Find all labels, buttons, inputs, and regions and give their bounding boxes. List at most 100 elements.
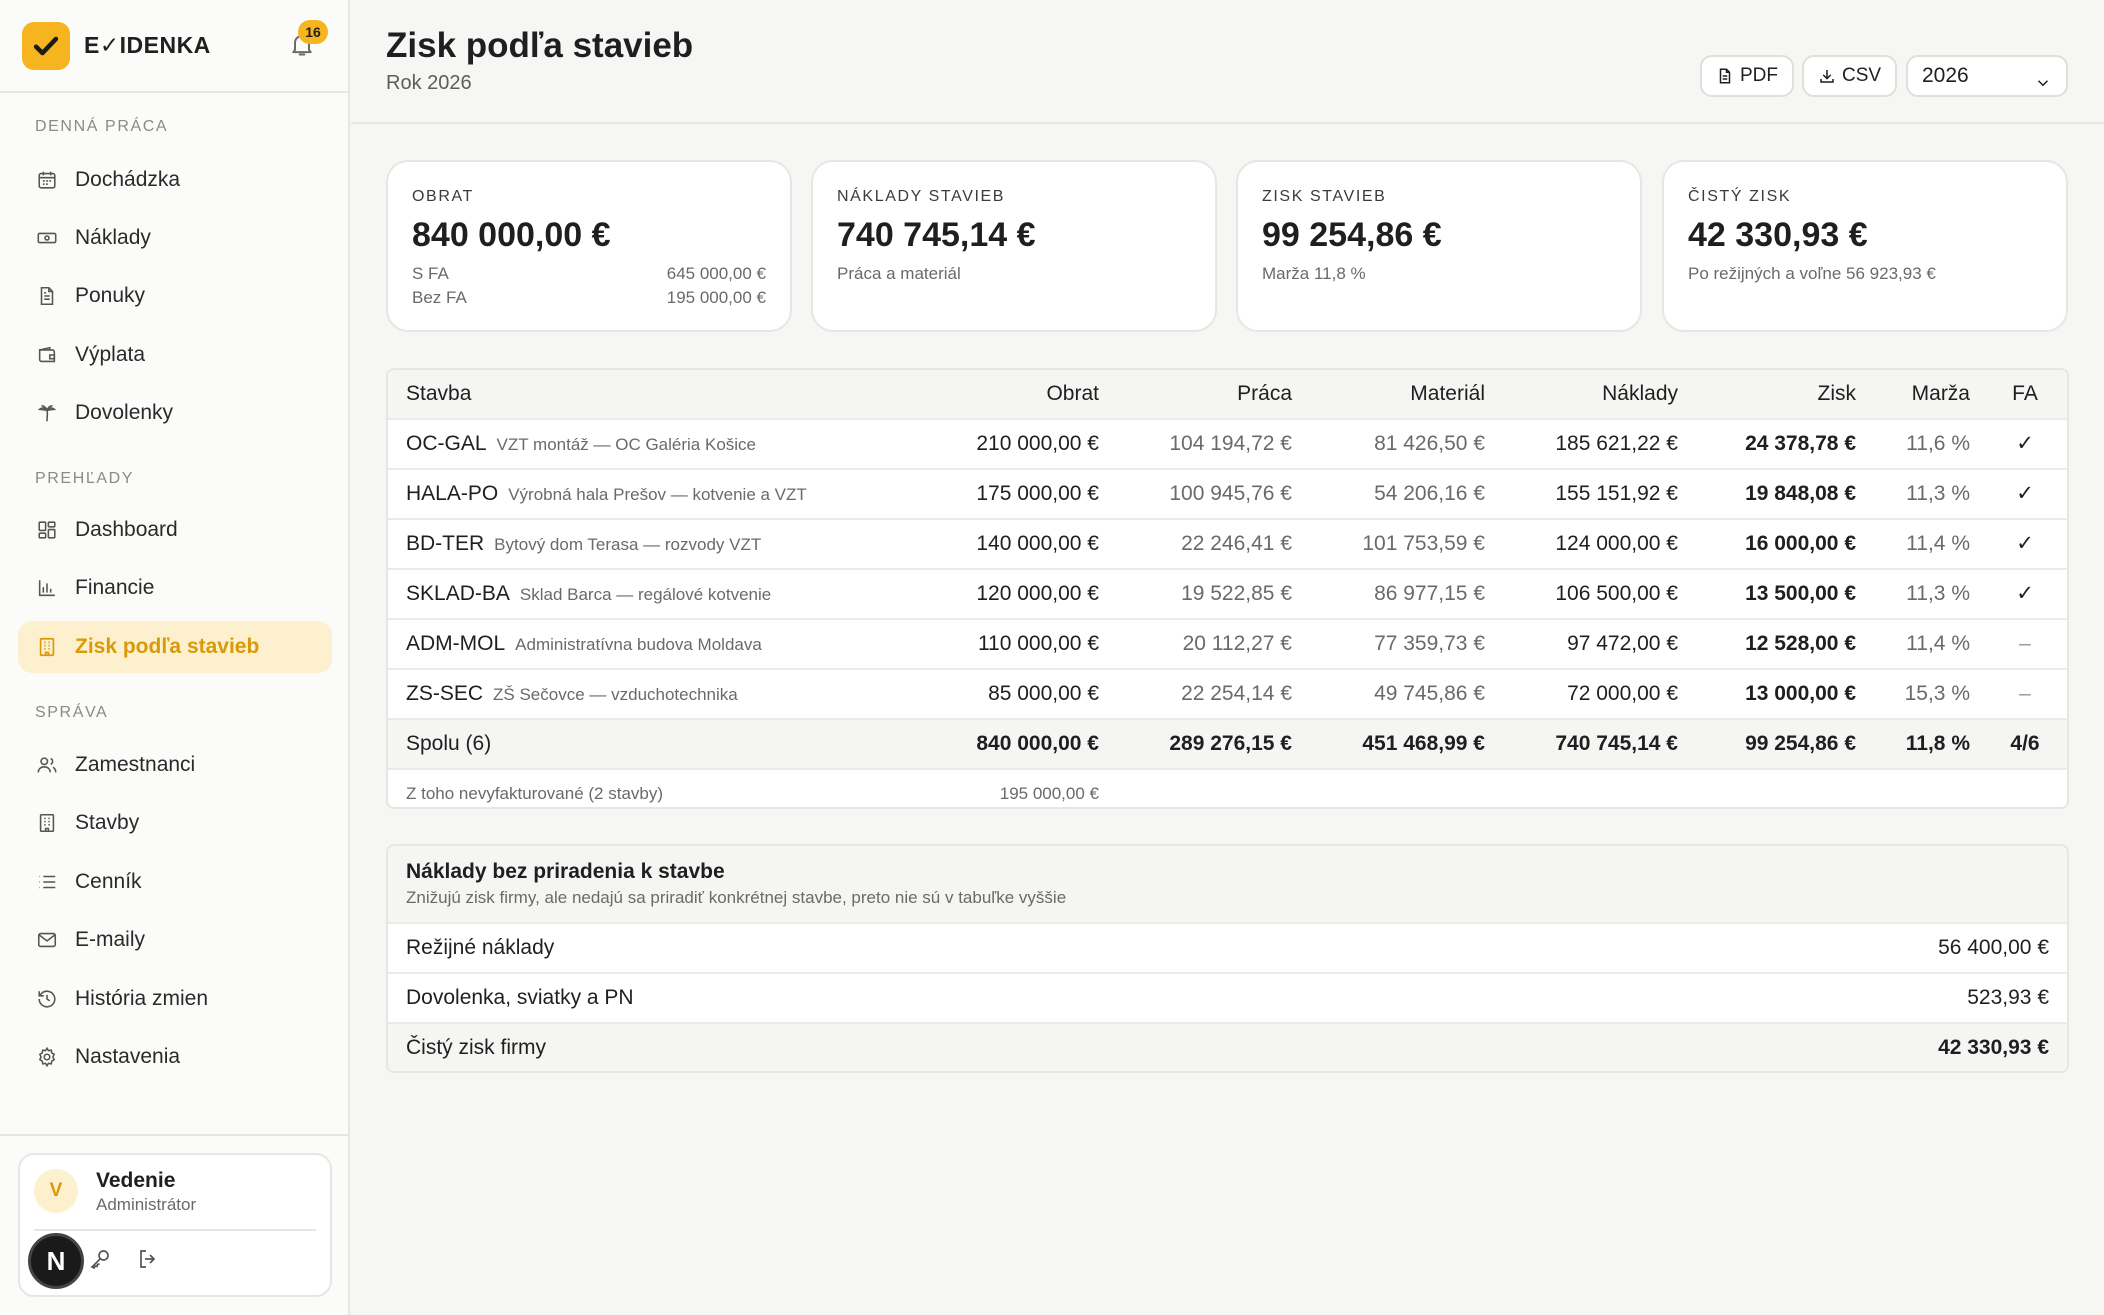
bar-chart-icon (35, 576, 59, 600)
kpi-row-label: S FA (412, 264, 449, 283)
cell-obrat: 140 000,00 € (976, 532, 1099, 555)
total-praca: 289 276,15 € (1169, 732, 1292, 755)
col-zisk[interactable]: Zisk (1818, 370, 1857, 418)
col-material[interactable]: Materiál (1410, 370, 1485, 418)
check-icon: ✓ (2016, 432, 2034, 455)
kpi-card-zisk: ZISK STAVIEB 99 254,86 € Marža 11,8 % (1236, 160, 1642, 332)
cell-praca: 20 112,27 € (1182, 632, 1292, 655)
cell-naklady: 97 472,00 € (1567, 632, 1678, 655)
kpi-card-cisty-zisk: ČISTÝ ZISK 42 330,93 € Po režijných a vo… (1662, 160, 2068, 332)
total-obrat: 840 000,00 € (976, 732, 1099, 755)
sidebar-item-stavby[interactable]: Stavby (18, 797, 332, 849)
sidebar-item-label: Nastavenia (75, 1045, 181, 1068)
sidebar-item-cennik[interactable]: Cenník (18, 856, 332, 908)
col-stavba[interactable]: Stavba (406, 370, 471, 418)
cell-marza: 11,4 % (1906, 532, 1970, 555)
cell-obrat: 110 000,00 € (977, 632, 1099, 655)
palm-tree-icon (35, 401, 59, 425)
sidebar-item-naklady[interactable]: Náklady (18, 212, 332, 264)
cost-row-cisty-zisk: Čistý zisk firmy 42 330,93 € (388, 1024, 2067, 1071)
table-row[interactable]: OC-GAL VZT montáž — OC Galéria Košice 210 … (388, 420, 2067, 470)
table-row[interactable]: HALA-PO Výrobná hala Prešov — kotvenie a … (388, 470, 2067, 520)
user-name: Vedenie (96, 1169, 176, 1192)
check-icon: ✓ (2016, 532, 2034, 555)
cell-material: 49 745,86 € (1374, 682, 1485, 705)
project-code: SKLAD-BA (406, 582, 510, 605)
sidebar-item-zamestnanci[interactable]: Zamestnanci (18, 739, 332, 791)
sidebar-item-dashboard[interactable]: Dashboard (18, 504, 332, 556)
cell-stavba: OC-GAL VZT montáž — OC Galéria Košice (406, 420, 756, 468)
col-obrat[interactable]: Obrat (1046, 370, 1099, 418)
cell-marza: 11,3 % (1906, 582, 1970, 605)
sidebar-item-emaily[interactable]: E-maily (18, 914, 332, 966)
n-badge[interactable]: N (28, 1233, 84, 1289)
sidebar-item-label: História zmien (75, 987, 209, 1010)
calendar-icon (35, 168, 59, 192)
sidebar-item-historia-zmien[interactable]: História zmien (18, 973, 332, 1025)
sidebar-header: E✓IDENKA 16 (0, 0, 348, 93)
cost-row-rezijne: Režijné náklady 56 400,00 € (388, 924, 2067, 974)
kpi-row-bezfa: Bez FA 195 000,00 € (412, 288, 766, 308)
kpi-value: 42 330,93 € (1688, 216, 1868, 254)
csv-button[interactable]: CSV (1802, 55, 1898, 97)
page-subtitle: Rok 2026 (386, 72, 472, 94)
logo-check-icon (22, 22, 70, 70)
kpi-row-sfa: S FA 645 000,00 € (412, 264, 766, 284)
sidebar-item-dovolenky[interactable]: Dovolenky (18, 387, 332, 439)
cell-marza: 15,3 % (1904, 682, 1970, 705)
cell-obrat: 210 000,00 € (976, 432, 1099, 455)
sidebar: E✓IDENKA 16 DENNÁ PRÁCA Dochádzka Náklad… (0, 0, 350, 1315)
pdf-button[interactable]: PDF (1700, 55, 1794, 97)
key-icon[interactable] (88, 1247, 114, 1273)
cell-stavba: SKLAD-BA Sklad Barca — regálové kotvenie (406, 570, 771, 618)
kpi-label: NÁKLADY STAVIEB (837, 188, 1006, 205)
project-code: BD-TER (406, 532, 485, 555)
cell-stavba: BD-TER Bytový dom Terasa — rozvody VZT (406, 520, 761, 568)
logout-icon[interactable] (136, 1247, 162, 1273)
cell-material: 54 206,16 € (1374, 482, 1485, 505)
table-note-row: Z toho nevyfakturované (2 stavby) 195 00… (388, 770, 2067, 807)
project-description: Výrobná hala Prešov — kotvenie a VZT (508, 485, 807, 504)
table-total-row: Spolu (6) 840 000,00 € 289 276,15 € 451 … (388, 720, 2067, 770)
sidebar-item-dochadzka[interactable]: Dochádzka (18, 154, 332, 206)
check-icon: ✓ (2016, 482, 2034, 505)
sidebar-item-label: E-maily (75, 928, 146, 951)
mail-icon (35, 928, 59, 952)
sidebar-item-financie[interactable]: Financie (18, 562, 332, 614)
kpi-value: 740 745,14 € (837, 216, 1036, 254)
table-row[interactable]: BD-TER Bytový dom Terasa — rozvody VZT 140… (388, 520, 2067, 570)
sidebar-item-vyplata[interactable]: Výplata (18, 329, 332, 381)
cell-marza: 11,4 % (1906, 632, 1970, 655)
col-praca[interactable]: Práca (1237, 370, 1292, 418)
cell-zisk: 13 500,00 € (1745, 582, 1856, 605)
col-naklady[interactable]: Náklady (1602, 370, 1678, 418)
note-label: Z toho nevyfakturované (2 stavby) (406, 784, 664, 803)
csv-button-label: CSV (1842, 65, 1882, 86)
sidebar-item-nastavenia[interactable]: Nastavenia (18, 1031, 332, 1083)
table-header-row: Stavba Obrat Práca Materiál Náklady Zisk… (388, 370, 2067, 420)
document-icon (35, 284, 59, 308)
table-row[interactable]: SKLAD-BA Sklad Barca — regálové kotvenie 1… (388, 570, 2067, 620)
unassigned-costs-panel: Náklady bez priradenia k stavbe Znižujú … (386, 844, 2069, 1073)
col-marza[interactable]: Marža (1912, 370, 1970, 418)
avatar[interactable]: V (34, 1169, 78, 1213)
table-row[interactable]: ZS-SEC ZŠ Sečovce — vzduchotechnika 85 000… (388, 670, 2067, 720)
table-row[interactable]: ADM-MOL Administratívna budova Moldava 110… (388, 620, 2067, 670)
total-marza: 11,8 % (1905, 732, 1970, 755)
sidebar-item-label: Dashboard (75, 518, 178, 541)
cell-obrat: 120 000,00 € (976, 582, 1099, 605)
sidebar-item-zisk-podla-stavieb[interactable]: Zisk podľa stavieb (18, 621, 332, 673)
dashboard-icon (35, 518, 59, 542)
section-title-admin: SPRÁVA (35, 704, 109, 721)
sidebar-item-ponuky[interactable]: Ponuky (18, 270, 332, 322)
cell-obrat: 85 000,00 € (988, 682, 1099, 705)
year-select[interactable]: 2026 (1906, 55, 2068, 97)
kpi-row-value: 645 000,00 € (666, 264, 766, 283)
sidebar-item-label: Dochádzka (75, 168, 181, 191)
kpi-row-value: 195 000,00 € (666, 288, 766, 307)
download-icon (1818, 67, 1836, 85)
kpi-label: ZISK STAVIEB (1262, 188, 1387, 205)
cell-naklady: 185 621,22 € (1555, 432, 1678, 455)
list-icon (35, 870, 59, 894)
col-fa[interactable]: FA (1995, 370, 2055, 418)
